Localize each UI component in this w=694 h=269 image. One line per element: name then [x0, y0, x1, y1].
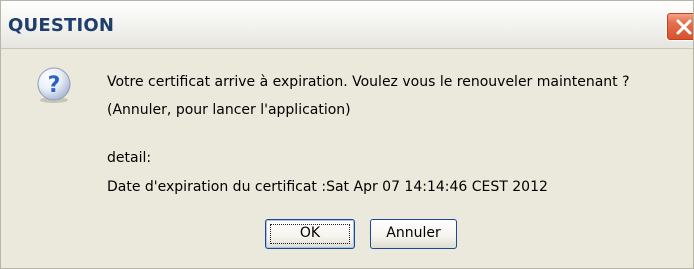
- ok-button-label: OK: [299, 225, 321, 241]
- ok-button[interactable]: OK: [265, 219, 355, 249]
- cancel-button[interactable]: Annuler: [370, 219, 457, 249]
- detail-text: Date d'expiration du certificat :Sat Apr…: [107, 179, 548, 195]
- message-line-2: (Annuler, pour lancer l'application): [107, 102, 351, 118]
- question-dialog: QUESTION ? Votre certificat arrive à exp…: [0, 0, 694, 269]
- window-title: QUESTION: [8, 15, 115, 36]
- svg-text:?: ?: [48, 73, 61, 98]
- detail-label: detail:: [107, 150, 152, 166]
- close-button[interactable]: [666, 12, 693, 41]
- title-bar[interactable]: QUESTION: [1, 1, 693, 49]
- cancel-button-label: Annuler: [386, 225, 441, 241]
- question-icon: ?: [37, 67, 71, 103]
- close-icon: [676, 19, 692, 35]
- dialog-content: ? Votre certificat arrive à expiration. …: [1, 49, 693, 268]
- message-line-1: Votre certificat arrive à expiration. Vo…: [107, 74, 630, 90]
